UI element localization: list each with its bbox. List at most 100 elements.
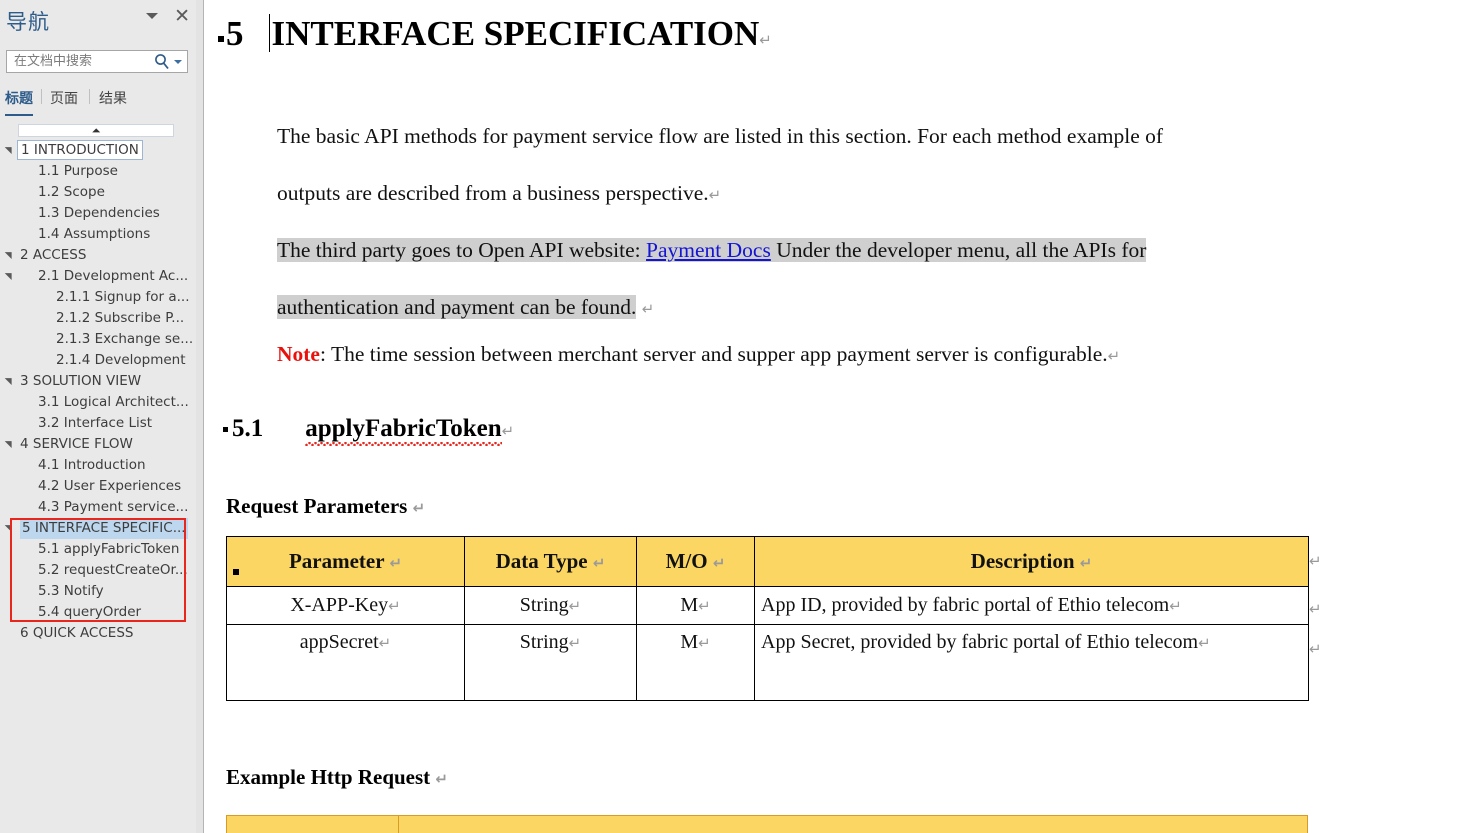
outline-item[interactable]: 1.1 Purpose: [0, 161, 204, 182]
expand-collapse-triangle-icon[interactable]: ◢: [0, 436, 20, 454]
paragraph-mark: ↵: [378, 634, 392, 652]
cell-text: App Secret, provided by fabric portal of…: [761, 631, 1199, 653]
payment-docs-link[interactable]: Payment Docs: [646, 238, 771, 262]
outline-item[interactable]: ◢ 1 INTRODUCTION: [0, 140, 204, 161]
outline-item-label: 4.1 Introduction: [38, 457, 146, 473]
row-end-mark: ↵: [1309, 552, 1322, 570]
outline-item[interactable]: 3.2 Interface List: [0, 413, 204, 434]
outline-item[interactable]: 3.1 Logical Architect...: [0, 392, 204, 413]
outline-item[interactable]: ◢ 2 ACCESS: [0, 245, 204, 266]
document-canvas[interactable]: 5 INTERFACE SPECIFICATION↵ The basic API …: [204, 0, 1481, 833]
highlighted-run: authentication and payment can be found.: [277, 295, 637, 319]
document-outline-tree[interactable]: ◢ 1 INTRODUCTION 1.1 Purpose 1.2 Scope 1.3 D…: [0, 140, 204, 644]
outline-item[interactable]: ◢ 2.1 Development Ac...: [0, 266, 204, 287]
heading-2-number: 5.1: [232, 415, 264, 442]
tab-headings[interactable]: 标题: [5, 88, 33, 116]
outline-item-label: 2.1.1 Signup for a...: [56, 289, 190, 305]
paragraph-text-post: Under the developer menu, all the APIs f…: [770, 238, 1147, 262]
outline-item[interactable]: 5.4 queryOrder: [0, 602, 204, 623]
cell-text: App ID, provided by fabric portal of Eth…: [761, 594, 1170, 616]
scroll-up-icon: ⏶: [91, 124, 101, 137]
outline-item[interactable]: 2.1.3 Exchange se...: [0, 329, 204, 350]
outline-item[interactable]: 1.3 Dependencies: [0, 203, 204, 224]
sub-heading-text: Example Http Request: [226, 765, 431, 789]
tab-results[interactable]: 结果: [99, 88, 127, 112]
expand-collapse-triangle-icon[interactable]: ◢: [0, 247, 20, 265]
search-options-chevron-down-icon[interactable]: [174, 60, 182, 64]
paragraph-mark: ↵: [389, 554, 403, 572]
navigation-pane: 导航 ✕ 标题 页面 结果 ⏶ ◢1 INTRODUCTION1.1 Purpo…: [0, 0, 204, 833]
outline-item[interactable]: 1.4 Assumptions: [0, 224, 204, 245]
note-text: : The time session between merchant serv…: [319, 342, 1108, 366]
tab-separator: [41, 89, 42, 104]
column-header-label: Description: [970, 549, 1075, 573]
outline-item[interactable]: 2.1.4 Development: [0, 350, 204, 371]
search-box[interactable]: [6, 50, 188, 73]
expand-collapse-triangle-icon[interactable]: ◢: [0, 520, 20, 538]
outline-item-label: 5.4 queryOrder: [38, 604, 142, 620]
outline-item[interactable]: ◢ 5 INTERFACE SPECIFIC...: [0, 518, 204, 539]
example-http-request-table: [226, 815, 1308, 833]
outline-item[interactable]: 5.1 applyFabricToken: [0, 539, 204, 560]
cell-text: String: [519, 594, 569, 616]
outline-item[interactable]: 5.2 requestCreateOr...: [0, 560, 204, 581]
paragraph-mark: ↵: [1079, 554, 1093, 572]
navigation-scrollbar[interactable]: [196, 0, 203, 833]
scroll-up-button[interactable]: ⏶: [18, 124, 174, 137]
outline-item-label: 1.2 Scope: [38, 184, 105, 200]
heading-bullet-icon: [223, 427, 228, 432]
heading-1-text: INTERFACE SPECIFICATION: [271, 14, 760, 53]
column-header-label: Data Type: [495, 549, 588, 573]
paragraph-mark: ↵: [1107, 347, 1121, 365]
paragraph-text-pre: The third party goes to Open API website…: [277, 238, 647, 262]
paragraph-mark: ↵: [1198, 634, 1211, 652]
cell-text: appSecret: [299, 631, 379, 653]
outline-item-label: 4.2 User Experiences: [38, 478, 182, 494]
table-body: X-APP-Key↵ String↵ M↵ App ID, provided b…: [226, 586, 1309, 701]
outline-item-label: 1.3 Dependencies: [38, 205, 160, 221]
table-cell: [226, 815, 398, 833]
outline-item-label: 2 ACCESS: [20, 247, 87, 263]
outline-item-label: 4 SERVICE FLOW: [20, 436, 133, 452]
spellcheck-underline: [305, 442, 502, 446]
outline-item[interactable]: 1.2 Scope: [0, 182, 204, 203]
paragraph-open-api: The third party goes to Open API website…: [277, 222, 1147, 338]
outline-item[interactable]: ◢ 4 SERVICE FLOW: [0, 434, 204, 455]
outline-item-label: 3.2 Interface List: [38, 415, 153, 431]
search-input[interactable]: [12, 53, 146, 70]
expand-collapse-triangle-icon[interactable]: ◢: [0, 373, 20, 391]
column-header-mo: M/O ↵: [636, 536, 755, 587]
outline-item-label: 5 INTERFACE SPECIFIC...: [20, 518, 188, 539]
paragraph-mark: ↵: [568, 597, 582, 615]
column-header-parameter: Parameter ↵: [226, 536, 465, 587]
outline-item[interactable]: 2.1.1 Signup for a...: [0, 287, 204, 308]
expand-collapse-triangle-icon[interactable]: ◢: [0, 142, 20, 160]
navigation-header: 导航 ✕: [0, 0, 204, 42]
outline-item[interactable]: 6 QUICK ACCESS: [0, 623, 204, 644]
outline-item[interactable]: 4.3 Payment service...: [0, 497, 204, 518]
outline-item[interactable]: 4.1 Introduction: [0, 455, 204, 476]
row-end-mark: ↵: [1309, 640, 1322, 658]
heading-1-number: 5: [226, 14, 243, 53]
paragraph-mark: ↵: [698, 597, 711, 615]
paragraph-mark: ↵: [712, 554, 726, 572]
navigation-title: 导航: [6, 10, 50, 34]
outline-item[interactable]: 2.1.2 Subscribe P...: [0, 308, 204, 329]
search-icon[interactable]: [154, 53, 170, 70]
outline-item[interactable]: 4.2 User Experiences: [0, 476, 204, 497]
heading-1: 5 INTERFACE SPECIFICATION↵: [218, 14, 772, 54]
expand-collapse-triangle-icon[interactable]: ◢: [0, 268, 20, 286]
outline-item[interactable]: ◢ 3 SOLUTION VIEW: [0, 371, 204, 392]
heading-2: 5.1 applyFabricToken ↵: [223, 415, 514, 446]
paragraph-mark: ↵: [641, 300, 655, 318]
paragraph-mark: ↵: [592, 554, 606, 572]
paragraph-line: outputs are described from a business pe…: [277, 181, 709, 205]
text-cursor: [268, 14, 270, 52]
tab-pages[interactable]: 页面: [50, 88, 78, 112]
close-icon[interactable]: ✕: [174, 6, 190, 26]
chevron-down-icon[interactable]: [146, 13, 158, 19]
outline-item[interactable]: 5.3 Notify: [0, 581, 204, 602]
cell-mo: M↵: [636, 586, 755, 625]
cell-parameter: appSecret↵: [226, 624, 465, 701]
outline-item-label: 2.1.4 Development: [56, 352, 186, 368]
